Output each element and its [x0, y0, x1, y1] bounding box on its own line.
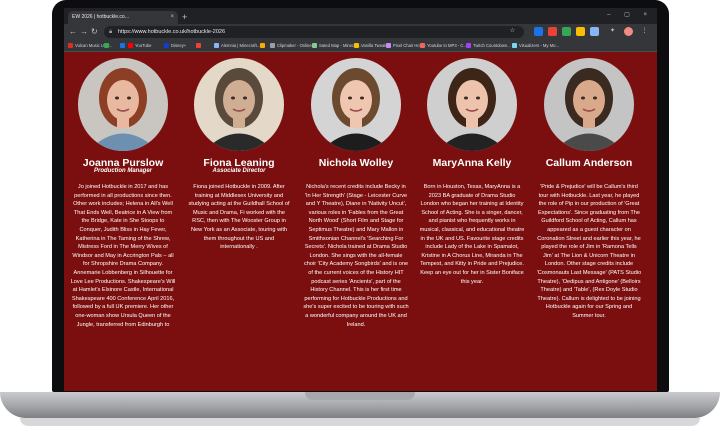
bookmark-favicon-icon — [214, 43, 219, 48]
bookmark-favicon-icon — [386, 43, 391, 48]
extension-icon[interactable] — [590, 27, 599, 36]
bookmark-label: Clipmaker - Online... — [277, 43, 316, 48]
cast-role: Associate Director — [212, 168, 266, 174]
bookmark-label: Youtube to MP3 - C... — [427, 43, 467, 48]
bookmark-item[interactable] — [104, 42, 111, 50]
bookmark-item[interactable] — [196, 42, 203, 50]
extension-icon[interactable] — [548, 27, 557, 36]
bookmark-item[interactable] — [120, 42, 127, 50]
bookmark-item[interactable]: Vanilla Tweaks — [354, 42, 389, 50]
bookmark-favicon-icon — [512, 43, 517, 48]
cast-role: Production Manager — [93, 168, 152, 174]
tab-strip: EW 2026 | hotbuckle.co... × + – ▢ × — [64, 8, 657, 24]
bookmark-favicon-icon — [68, 43, 73, 48]
extension-icon[interactable] — [576, 27, 585, 36]
bookmark-label: Alemnia | Minecraft... — [221, 43, 261, 48]
cast-photo — [78, 58, 168, 151]
cast-page: Joanna Purslow Production Manager Jo joine… — [64, 52, 657, 391]
bookmark-item[interactable]: Youtube to MP3 - C... — [420, 42, 467, 50]
bookmark-label: Twitch Countdown... — [473, 43, 511, 48]
bookmark-favicon-icon — [128, 43, 133, 48]
bookmark-favicon-icon — [270, 43, 275, 48]
cast-bio: 'Pride & Prejudice' will be Callum's thi… — [536, 184, 642, 319]
bookmark-item[interactable]: Alemnia | Minecraft... — [214, 42, 260, 50]
cast-bio: Nichola's recent credits include Becky i… — [303, 184, 409, 328]
reload-button[interactable]: ↻ — [91, 27, 98, 37]
browser-toolbar: ← → ↻ 🔒︎ https://www.hotbuckle.co.uk/hot… — [64, 24, 657, 40]
cast-bio: Born in Houston, Texas, MaryAnna is a 20… — [419, 184, 525, 285]
lock-icon: 🔒︎ — [109, 29, 113, 35]
bookmark-favicon-icon — [354, 43, 359, 48]
bookmark-label: Disney+ — [171, 43, 187, 48]
bookmark-favicon-icon — [196, 43, 201, 48]
cast-name: MaryAnna Kelly — [432, 157, 512, 169]
new-tab-button[interactable]: + — [182, 11, 187, 23]
tab-title: EW 2026 | hotbuckle.co... — [72, 14, 129, 20]
laptop-shadow — [20, 418, 700, 426]
bookmark-item[interactable]: Twitch Countdown... — [466, 42, 511, 50]
extension-icon[interactable] — [562, 27, 571, 36]
back-button[interactable]: ← — [69, 27, 77, 37]
bookmark-favicon-icon — [312, 43, 317, 48]
profile-avatar[interactable] — [624, 27, 633, 36]
cast-bio: Jo joined Hotbuckle in 2017 and has perf… — [70, 184, 176, 328]
menu-icon[interactable]: ⋮ — [640, 27, 649, 36]
bookmark-favicon-icon — [420, 43, 425, 48]
bookmark-favicon-icon — [466, 43, 471, 48]
browser-tab[interactable]: EW 2026 | hotbuckle.co... × — [68, 11, 178, 24]
extension-icon[interactable] — [534, 27, 543, 36]
bookmarks-bar: Vulcan Music Univ... YouTube Disney+ Alemni… — [64, 40, 657, 52]
bookmark-item[interactable]: Clipmaker - Online... — [270, 42, 315, 50]
laptop-screen: EW 2026 | hotbuckle.co... × + – ▢ × ← → … — [64, 8, 657, 391]
laptop-base-notch — [305, 392, 415, 400]
cast-photo — [194, 58, 284, 151]
bookmark-favicon-icon — [104, 43, 109, 48]
cast-photo — [544, 58, 634, 151]
bookmark-favicon-icon — [164, 43, 169, 48]
bookmark-label: Visualizers - My Mo... — [519, 43, 559, 48]
tab-close-icon[interactable]: × — [170, 11, 174, 24]
bookmark-item[interactable] — [260, 42, 267, 50]
puzzle-icon[interactable]: ✦ — [608, 27, 617, 36]
bookmark-star-icon[interactable]: ☆ — [508, 27, 517, 36]
address-bar-url: https://www.hotbuckle.co.uk/hotbuckle-20… — [118, 29, 226, 35]
cast-name: Nichola Wolley — [318, 157, 394, 169]
forward-button[interactable]: → — [80, 27, 88, 37]
bookmark-item[interactable]: Disney+ — [164, 42, 186, 50]
cast-name: Callum Anderson — [545, 157, 633, 169]
bookmark-item[interactable]: Visualizers - My Mo... — [512, 42, 559, 50]
bookmark-favicon-icon — [260, 43, 265, 48]
address-bar[interactable]: 🔒︎ https://www.hotbuckle.co.uk/hotbuckle… — [104, 26, 524, 38]
bookmark-label: YouTube — [135, 43, 152, 48]
bookmark-favicon-icon — [120, 43, 125, 48]
cast-photo — [311, 58, 401, 151]
cast-photo — [427, 58, 517, 151]
bookmark-item[interactable]: YouTube — [128, 42, 151, 50]
window-controls[interactable]: – ▢ × — [607, 11, 653, 18]
bookmark-label: Vanilla Tweaks — [361, 43, 389, 48]
cast-bio: Fiona joined Hotbuckle in 2009. After tr… — [188, 184, 290, 251]
